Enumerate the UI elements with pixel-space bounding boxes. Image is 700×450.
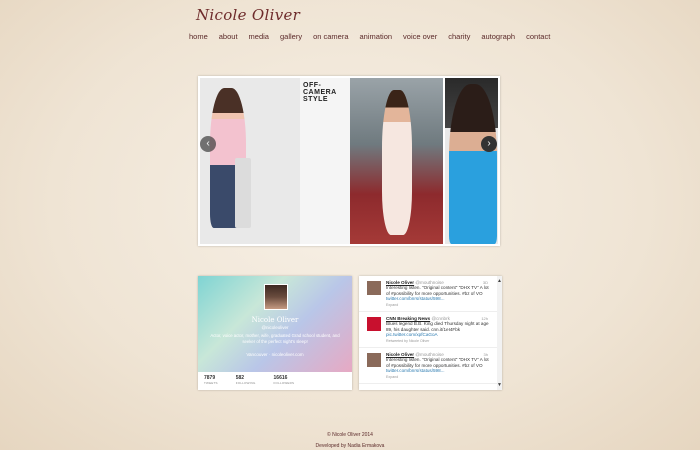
carousel-photo-3	[445, 78, 498, 244]
footer-credit[interactable]: Developed by Nadia Ermakova	[0, 443, 700, 449]
carousel-prev-button[interactable]: ‹	[200, 136, 216, 152]
tweet-item[interactable]: CNN Breaking News @cnnbrk 12h Blues lege…	[359, 312, 502, 348]
nav-voice-over[interactable]: voice over	[403, 32, 437, 41]
carousel-photo-1	[200, 78, 300, 244]
stat-tweets[interactable]: 7879 TWEETS	[204, 373, 218, 390]
tweet-text: Interesting listen. "Original content" "…	[386, 357, 490, 374]
tweet-link[interactable]: twitter.com/bnrs/status/598...	[386, 296, 444, 301]
tweet-body: Interesting listen. "Original content" "…	[386, 285, 489, 296]
chevron-right-icon: ›	[487, 138, 491, 149]
tweet-avatar[interactable]	[367, 281, 381, 295]
tweet-item[interactable]: Nicole Oliver @mouthnoise 3D Interesting…	[359, 276, 502, 312]
tweet-text: Interesting listen. "Original content" "…	[386, 285, 490, 302]
tweet-item[interactable]: Nicole Oliver @mouthnoise 3h Interesting…	[359, 348, 502, 384]
scroll-up-icon[interactable]: ▲	[497, 278, 502, 284]
tweet-time[interactable]: 12h	[481, 316, 488, 321]
profile-banner: Nicole Oliver @nicoleoliver Actor, voice…	[198, 276, 352, 372]
twitter-timeline[interactable]: Nicole Oliver @mouthnoise 3D Interesting…	[359, 276, 502, 390]
tweet-link[interactable]: twitter.com/bnrs/status/598...	[386, 368, 444, 373]
figure-shape	[382, 90, 412, 235]
profile-stats: 7879 TWEETS 582 FOLLOWING 16616 FOLLOWER…	[198, 373, 352, 390]
carousel-next-button[interactable]: ›	[481, 136, 497, 152]
profile-handle[interactable]: @nicoleoliver	[198, 325, 352, 330]
nav-on-camera[interactable]: on camera	[313, 32, 348, 41]
nav-home[interactable]: home	[189, 32, 208, 41]
scroll-down-icon[interactable]: ▼	[497, 382, 502, 388]
tweet-text: Blues legend B.B. King died Thursday nig…	[386, 321, 490, 338]
tweet-time[interactable]: 3h	[484, 352, 488, 357]
tweet-expand[interactable]: Expand	[386, 303, 490, 307]
nav-media[interactable]: media	[249, 32, 269, 41]
timeline-scrollbar[interactable]: ▲ ▼	[497, 276, 502, 390]
site-logo[interactable]: Nicole Oliver	[196, 6, 300, 24]
nav-about[interactable]: about	[219, 32, 238, 41]
stat-following[interactable]: 582 FOLLOWING	[236, 373, 256, 390]
chevron-left-icon: ‹	[206, 138, 210, 149]
tweet-expand[interactable]: Expand	[386, 375, 490, 379]
avatar[interactable]	[264, 284, 288, 310]
photo-carousel: OFF-CAMERA STYLE ‹ ›	[198, 76, 500, 246]
carousel-photo-2	[350, 78, 443, 244]
nav-contact[interactable]: contact	[526, 32, 550, 41]
stat-followers[interactable]: 16616 FOLLOWERS	[274, 373, 295, 390]
tweet-link[interactable]: pic.twitter.com/xpfCaGoA	[386, 332, 438, 337]
tweet-avatar[interactable]	[367, 317, 381, 331]
tweet-body: Blues legend B.B. King died Thursday nig…	[386, 321, 489, 332]
main-nav: home about media gallery on camera anima…	[189, 32, 561, 41]
profile-name[interactable]: Nicole Oliver	[198, 316, 352, 324]
tweet-time[interactable]: 3D	[483, 280, 488, 285]
nav-charity[interactable]: charity	[448, 32, 470, 41]
stat-label: FOLLOWING	[235, 381, 256, 385]
profile-bio: Actor, voice actor, mother, wife, gradua…	[210, 333, 340, 344]
nav-gallery[interactable]: gallery	[280, 32, 302, 41]
twitter-profile-card[interactable]: Nicole Oliver @nicoleoliver Actor, voice…	[198, 276, 352, 390]
nav-autograph[interactable]: autograph	[481, 32, 515, 41]
stat-label: TWEETS	[204, 381, 218, 385]
tweet-body: Interesting listen. "Original content" "…	[386, 357, 489, 368]
profile-location: Vancouver · nicoleoliver.com	[246, 352, 304, 357]
footer-copyright: © Nicole Oliver 2014	[327, 432, 373, 438]
tweet-avatar[interactable]	[367, 353, 381, 367]
chair-shape	[235, 158, 251, 228]
magazine-title: OFF-CAMERA STYLE	[303, 82, 337, 103]
figure-shape	[449, 84, 497, 244]
nav-animation[interactable]: animation	[360, 32, 393, 41]
stat-label: FOLLOWERS	[273, 381, 295, 385]
tweet-retweeted: Retweeted by Nicole Oliver	[386, 338, 430, 343]
carousel-magazine-page: OFF-CAMERA STYLE	[300, 78, 350, 244]
